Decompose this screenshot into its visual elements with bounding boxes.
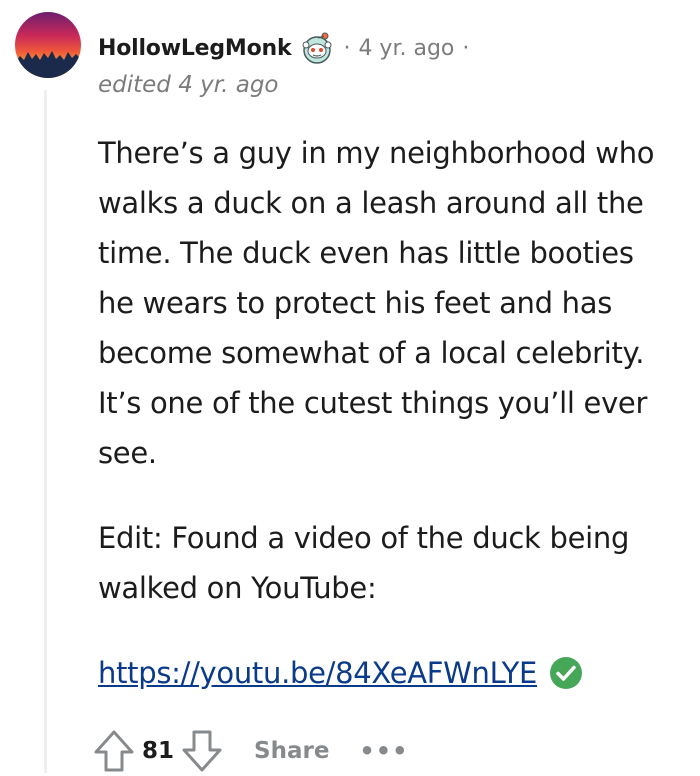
link-row: https://youtu.be/84XeAFWnLYE — [98, 648, 678, 698]
share-button[interactable]: Share — [254, 738, 329, 764]
comment-actions: 81 Share ••• — [92, 726, 408, 776]
youtube-link[interactable]: https://youtu.be/84XeAFWnLYE — [98, 648, 537, 698]
comment-paragraph: Edit: Found a video of the duck being wa… — [98, 521, 630, 605]
thread-line[interactable] — [44, 90, 47, 773]
upvote-arrow-icon[interactable] — [92, 728, 136, 774]
comment-body: There’s a guy in my neighborhood who wal… — [98, 128, 678, 698]
timestamp[interactable]: 4 yr. ago — [358, 36, 454, 61]
username[interactable]: HollowLegMonk — [98, 36, 292, 61]
edited-label: edited 4 yr. ago — [98, 72, 279, 98]
check-icon — [550, 657, 583, 689]
sunset-avatar-icon — [15, 12, 81, 78]
avatar[interactable] — [15, 12, 81, 78]
snoo-icon — [302, 32, 332, 64]
comment-header: HollowLegMonk · 4 yr. ago · — [98, 30, 477, 66]
separator-dot: · — [343, 35, 351, 61]
downvote-arrow-icon[interactable] — [180, 728, 224, 774]
vote-count: 81 — [142, 738, 175, 764]
comment-paragraph: There’s a guy in my neighborhood who wal… — [98, 136, 655, 470]
separator-dot: · — [462, 35, 470, 61]
more-options-icon[interactable]: ••• — [359, 737, 408, 765]
